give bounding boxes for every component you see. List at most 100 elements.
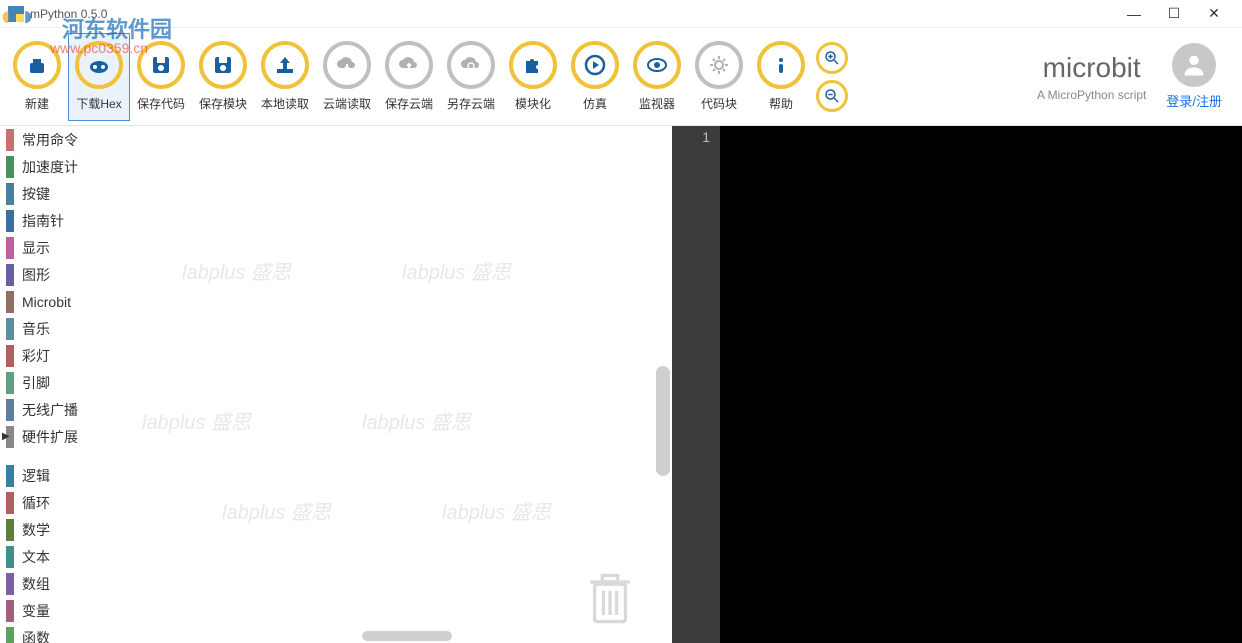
category-label: 逻辑 <box>22 466 50 486</box>
main-toolbar: 新建下载Hex 保存代码保存模块本地读取云端读取保存云端另存云端 模块化 仿真 监视器 代… <box>0 28 1242 126</box>
toolbar-label: 代码块 <box>701 95 737 112</box>
toolbar-label: 另存云端 <box>447 95 495 112</box>
canvas-hscrollbar[interactable] <box>362 631 452 641</box>
close-button[interactable]: ✕ <box>1194 1 1234 27</box>
toolbar-label: 帮助 <box>769 95 793 112</box>
category-label: 无线广播 <box>22 400 78 420</box>
category-item[interactable]: 音乐 <box>0 315 102 342</box>
blocks-canvas[interactable]: labplus 盛思 labplus 盛思 labplus 盛思 labplus… <box>102 126 672 643</box>
editor-content[interactable] <box>720 126 1242 643</box>
category-label: 彩灯 <box>22 346 50 366</box>
maximize-button[interactable]: ☐ <box>1154 1 1194 27</box>
category-label: 函数 <box>22 628 50 643</box>
expand-arrow-icon: ▶ <box>2 431 10 442</box>
new-button[interactable]: 新建 <box>6 33 68 121</box>
canvas-watermark: labplus 盛思 <box>142 406 251 435</box>
toolbar-label: 本地读取 <box>261 95 309 112</box>
brand-area: microbit A MicroPython script <box>1037 52 1166 102</box>
brand-title: microbit <box>1037 52 1146 84</box>
canvas-watermark: labplus 盛思 <box>442 496 551 525</box>
category-item[interactable]: 逻辑 <box>0 462 102 489</box>
user-icon <box>1180 51 1208 79</box>
category-item[interactable]: 引脚 <box>0 369 102 396</box>
save-icon <box>137 41 185 89</box>
category-label: 音乐 <box>22 319 50 339</box>
toolbar-label: 保存模块 <box>199 95 247 112</box>
save-code-button[interactable]: 保存代码 <box>130 33 192 121</box>
play-icon <box>571 41 619 89</box>
category-label: 指南针 <box>22 211 64 231</box>
category-label: 变量 <box>22 601 50 621</box>
category-item[interactable]: 数学 <box>0 516 102 543</box>
category-item[interactable]: 文本 <box>0 543 102 570</box>
category-item[interactable]: Microbit <box>0 288 102 315</box>
category-label: 按键 <box>22 184 50 204</box>
local-load-button[interactable]: 本地读取 <box>254 33 316 121</box>
category-label: 加速度计 <box>22 157 78 177</box>
codeblock-button[interactable]: 代码块 <box>688 33 750 121</box>
login-link[interactable]: 登录/注册 <box>1166 91 1222 110</box>
editor-gutter: 1 <box>672 126 720 643</box>
category-item[interactable]: 图形 <box>0 261 102 288</box>
save-icon <box>199 41 247 89</box>
toolbar-label: 仿真 <box>583 95 607 112</box>
blockify-button[interactable]: 模块化 <box>502 33 564 121</box>
save-cloud-button[interactable]: 保存云端 <box>378 33 440 121</box>
upload-icon <box>261 41 309 89</box>
toolbar-label: 保存云端 <box>385 95 433 112</box>
category-item[interactable]: 数组 <box>0 570 102 597</box>
toolbar-label: 保存代码 <box>137 95 185 112</box>
download-hex-button[interactable]: 下载Hex <box>68 33 130 121</box>
line-number: 1 <box>672 129 710 145</box>
category-sidebar: 常用命令加速度计按键指南针显示图形 Microbit 音乐彩灯引脚无线广播 ▶ 硬件扩展… <box>0 126 102 643</box>
brand-subtitle: A MicroPython script <box>1037 88 1146 102</box>
category-item[interactable]: 加速度计 <box>0 153 102 180</box>
category-item[interactable]: ▶ 硬件扩展 <box>0 423 102 450</box>
category-item[interactable]: 指南针 <box>0 207 102 234</box>
category-label: 文本 <box>22 547 50 567</box>
avatar[interactable] <box>1172 43 1216 87</box>
category-item[interactable]: 常用命令 <box>0 126 102 153</box>
canvas-watermark: labplus 盛思 <box>362 406 471 435</box>
minimize-button[interactable]: — <box>1114 1 1154 27</box>
saveas-cloud-button[interactable]: 另存云端 <box>440 33 502 121</box>
cloud-up-icon <box>385 41 433 89</box>
cloud-load-button[interactable]: 云端读取 <box>316 33 378 121</box>
category-item[interactable]: 变量 <box>0 597 102 624</box>
canvas-watermark: labplus 盛思 <box>402 256 511 285</box>
cloud-down-icon <box>323 41 371 89</box>
category-label: 硬件扩展 <box>22 427 78 447</box>
info-icon <box>757 41 805 89</box>
category-label: 循环 <box>22 493 50 513</box>
trash-icon[interactable] <box>588 571 632 625</box>
monitor-button[interactable]: 监视器 <box>626 33 688 121</box>
category-label: 图形 <box>22 265 50 285</box>
toolbar-label: 监视器 <box>639 95 675 112</box>
help-button[interactable]: 帮助 <box>750 33 812 121</box>
category-item[interactable]: 彩灯 <box>0 342 102 369</box>
simulate-button[interactable]: 仿真 <box>564 33 626 121</box>
eye-icon <box>633 41 681 89</box>
category-item[interactable]: 循环 <box>0 489 102 516</box>
category-item[interactable]: 按键 <box>0 180 102 207</box>
zoom-in-button[interactable] <box>816 42 848 74</box>
save-block-button[interactable]: 保存模块 <box>192 33 254 121</box>
category-label: 常用命令 <box>22 130 78 150</box>
window-title: mPython 0.5.0 <box>30 7 1114 21</box>
toolbar-label: 下载Hex <box>76 95 121 112</box>
canvas-watermark: labplus 盛思 <box>222 496 331 525</box>
canvas-vscrollbar[interactable] <box>656 366 670 476</box>
category-item[interactable]: 函数 <box>0 624 102 643</box>
zoom-in-icon <box>823 49 841 67</box>
toolbar-label: 模块化 <box>515 95 551 112</box>
code-editor[interactable]: 1 <box>672 126 1242 643</box>
category-label: Microbit <box>22 294 71 310</box>
category-item[interactable]: 显示 <box>0 234 102 261</box>
zoom-out-button[interactable] <box>816 80 848 112</box>
category-label: 引脚 <box>22 373 50 393</box>
category-label: 数学 <box>22 520 50 540</box>
new-icon <box>13 41 61 89</box>
category-label: 显示 <box>22 238 50 258</box>
category-item[interactable]: 无线广播 <box>0 396 102 423</box>
window-titlebar: mPython 0.5.0 — ☐ ✕ <box>0 0 1242 28</box>
